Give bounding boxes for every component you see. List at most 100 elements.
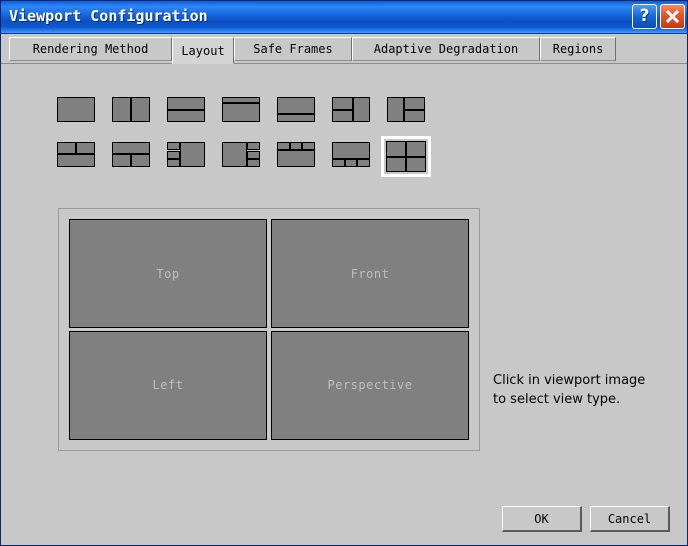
layout-pane <box>332 97 353 110</box>
layout-pane <box>247 159 260 167</box>
layout-thumbnail-panes <box>167 142 205 167</box>
hint-text: Click in viewport image to select view t… <box>493 373 646 407</box>
layout-thumbnail-two-top-one-bottom[interactable] <box>51 136 101 173</box>
layout-thumbnail-four-quadrant[interactable] <box>381 136 431 177</box>
layout-pane <box>76 142 95 154</box>
dialog-button-row: OK Cancel <box>502 506 670 532</box>
tab-safe-frames[interactable]: Safe Frames <box>234 37 352 61</box>
layout-pane <box>404 97 425 110</box>
layout-pane <box>277 142 290 150</box>
layout-pane <box>167 159 180 167</box>
tab-label: Safe Frames <box>253 42 333 56</box>
layout-pane <box>277 150 315 167</box>
tab-label: Layout <box>181 43 225 58</box>
viewport-preview-panel: Top Front Left Perspective <box>58 208 480 451</box>
layout-thumbnail-panes <box>112 97 150 122</box>
layout-thumbnail-panes <box>332 142 370 167</box>
layout-thumbnail-two-horizontal[interactable] <box>161 91 211 128</box>
layout-thumbnail-grid <box>51 91 451 185</box>
layout-pane <box>277 114 315 122</box>
layout-pane <box>332 142 370 159</box>
layout-thumbnail-panes <box>387 97 425 122</box>
question-mark-icon: ? <box>639 6 650 26</box>
title-bar: Viewport Configuration ? <box>1 1 687 34</box>
layout-pane <box>332 159 345 167</box>
tab-label: Adaptive Degradation <box>373 42 519 56</box>
layout-pane <box>387 97 405 122</box>
layout-pane <box>167 142 180 150</box>
layout-pane <box>112 97 131 122</box>
layout-thumbnail-top-thin-bottom-large[interactable] <box>216 91 266 128</box>
layout-thumbnail-panes <box>277 142 315 167</box>
layout-thumbnail-left-full-right-split[interactable] <box>381 91 431 128</box>
layout-pane <box>277 97 315 114</box>
layout-thumbnail-row <box>51 136 451 177</box>
layout-pane <box>404 109 425 122</box>
layout-thumbnail-left-split-right-full[interactable] <box>326 91 376 128</box>
layout-pane <box>332 109 353 122</box>
layout-pane <box>357 159 370 167</box>
viewport-label: Front <box>350 266 390 281</box>
tab-adaptive-degradation[interactable]: Adaptive Degradation <box>352 37 540 61</box>
ok-button[interactable]: OK <box>502 506 582 532</box>
tab-list: Rendering Method Layout Safe Frames Adaptiv… <box>9 37 616 64</box>
close-x-icon <box>665 9 680 24</box>
layout-pane <box>344 159 358 167</box>
layout-thumbnail-one-left-three-right[interactable] <box>216 136 266 173</box>
viewport-configuration-dialog: Viewport Configuration ? Rendering Metho… <box>0 0 688 546</box>
layout-pane <box>386 156 406 172</box>
window-title: Viewport Configuration <box>9 7 208 25</box>
layout-pane <box>57 154 95 167</box>
viewport-label: Perspective <box>327 378 413 393</box>
tab-regions[interactable]: Regions <box>540 37 616 61</box>
layout-thumbnail-panes <box>386 141 426 172</box>
layout-pane <box>131 154 150 167</box>
layout-thumbnail-panes <box>57 142 95 167</box>
layout-thumbnail-one-top-two-bottom[interactable] <box>106 136 156 173</box>
close-button[interactable] <box>660 4 685 29</box>
layout-pane <box>302 142 315 150</box>
layout-pane <box>57 142 76 154</box>
layout-pane <box>167 109 205 122</box>
viewport-label: Left <box>152 378 184 393</box>
layout-pane <box>386 141 406 157</box>
layout-pane <box>222 103 260 122</box>
layout-thumbnail-panes <box>277 97 315 122</box>
layout-pane <box>352 97 370 122</box>
tab-layout[interactable]: Layout <box>172 37 234 64</box>
viewport-label: Top <box>156 266 180 281</box>
viewport-left[interactable]: Left <box>69 330 267 440</box>
tab-label: Rendering Method <box>32 42 149 56</box>
layout-pane <box>222 142 248 167</box>
layout-thumbnail-panes <box>222 97 260 122</box>
layout-thumbnail-single[interactable] <box>51 91 101 128</box>
layout-pane <box>289 142 303 150</box>
viewport-perspective[interactable]: Perspective <box>271 330 469 440</box>
layout-pane <box>179 142 205 167</box>
viewport-preview-grid: Top Front Left Perspective <box>69 219 469 440</box>
layout-pane <box>112 154 131 167</box>
tab-strip: Rendering Method Layout Safe Frames Adaptiv… <box>1 34 687 64</box>
layout-thumbnail-top-large-bottom-thin[interactable] <box>271 91 321 128</box>
layout-pane <box>112 142 150 154</box>
layout-pane <box>247 150 260 159</box>
layout-thumbnail-three-left-one-right[interactable] <box>161 136 211 173</box>
layout-thumbnail-panes <box>112 142 150 167</box>
layout-pane <box>57 97 95 122</box>
layout-thumbnail-panes <box>332 97 370 122</box>
tab-label: Regions <box>552 42 604 56</box>
viewport-top[interactable]: Top <box>69 219 267 329</box>
layout-pane <box>406 156 426 172</box>
help-button[interactable]: ? <box>632 4 657 29</box>
tab-rendering-method[interactable]: Rendering Method <box>9 37 172 61</box>
cancel-button[interactable]: Cancel <box>590 506 670 532</box>
layout-thumbnail-two-vertical[interactable] <box>106 91 156 128</box>
viewport-front[interactable]: Front <box>271 219 469 329</box>
layout-thumbnail-panes <box>57 97 95 122</box>
layout-thumbnail-three-top-one-bottom[interactable] <box>271 136 321 173</box>
layout-pane <box>406 141 426 157</box>
layout-pane <box>247 142 260 150</box>
layout-thumbnail-one-top-three-bottom[interactable] <box>326 136 376 173</box>
layout-pane <box>131 97 150 122</box>
layout-pane <box>167 97 205 110</box>
